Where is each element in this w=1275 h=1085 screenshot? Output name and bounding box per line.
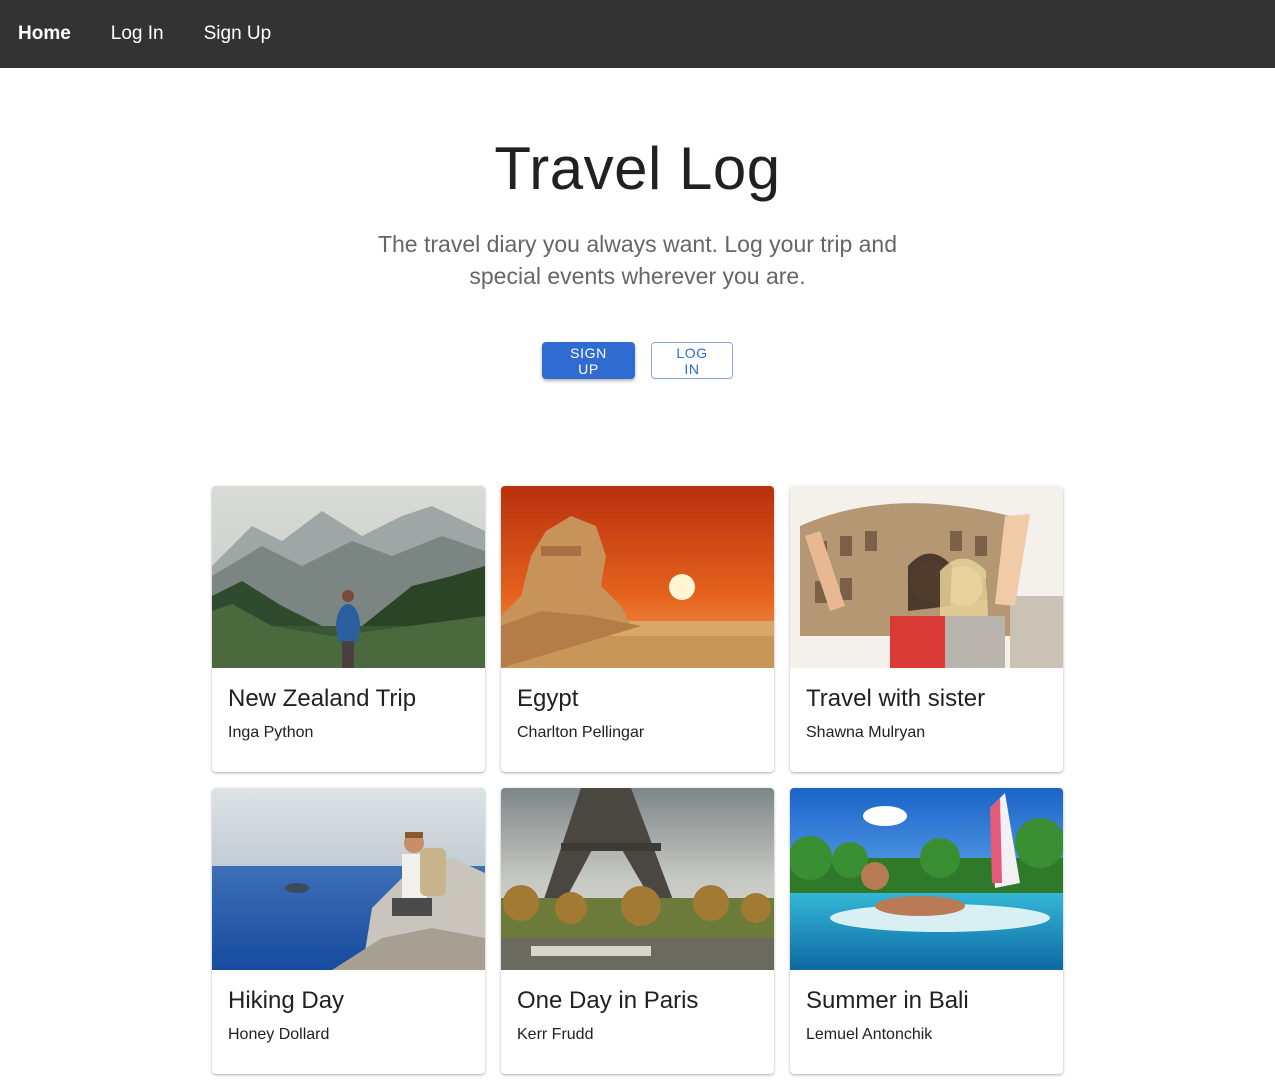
bali-surfboard-photo — [790, 788, 1063, 970]
coastal-hiker-photo — [212, 788, 485, 970]
card-author: Shawna Mulryan — [806, 724, 926, 741]
sphinx-sunset-photo — [501, 486, 774, 668]
card-author: Charlton Pellingar — [517, 724, 645, 741]
page-title: Travel Log — [494, 135, 781, 202]
nav-login-link[interactable]: Log In — [111, 23, 164, 45]
card-title: Egypt — [517, 685, 579, 712]
colosseum-selfie-photo — [790, 486, 1063, 668]
trip-card[interactable]: Hiking Day Honey Dollard — [212, 788, 485, 1074]
trip-card[interactable]: New Zealand Trip Inga Python — [212, 486, 485, 772]
hero-subtitle: The travel diary you always want. Log yo… — [377, 231, 898, 289]
card-author: Lemuel Antonchik — [806, 1026, 933, 1043]
trip-card[interactable]: Egypt Charlton Pellingar — [501, 486, 774, 772]
nav-home-link[interactable]: Home — [18, 23, 71, 45]
card-author: Honey Dollard — [228, 1026, 330, 1043]
card-title: Hiking Day — [228, 987, 345, 1014]
hero-section: Travel Log The travel diary you always w… — [0, 68, 1275, 379]
card-title: Travel with sister — [806, 685, 986, 712]
trip-card[interactable]: Travel with sister Shawna Mulryan — [790, 486, 1063, 772]
eiffel-tower-photo — [501, 788, 774, 970]
nav-signup-link[interactable]: Sign Up — [204, 23, 272, 45]
card-author: Inga Python — [228, 724, 314, 741]
card-title: One Day in Paris — [517, 987, 699, 1014]
hero-buttons: SIGN UP LOG IN — [0, 342, 1275, 379]
trip-card[interactable]: One Day in Paris Kerr Frudd — [501, 788, 774, 1074]
card-title: Summer in Bali — [806, 987, 969, 1014]
trip-card[interactable]: Summer in Bali Lemuel Antonchik — [790, 788, 1063, 1074]
trip-card-grid: New Zealand Trip Inga Python Egypt Charl… — [212, 486, 1063, 1074]
login-button[interactable]: LOG IN — [651, 342, 733, 379]
card-author: Kerr Frudd — [517, 1026, 594, 1043]
signup-button[interactable]: SIGN UP — [542, 342, 635, 379]
top-navbar: Home Log In Sign Up — [0, 0, 1275, 68]
card-title: New Zealand Trip — [228, 685, 417, 712]
mountain-valley-hiker-photo — [212, 486, 485, 668]
